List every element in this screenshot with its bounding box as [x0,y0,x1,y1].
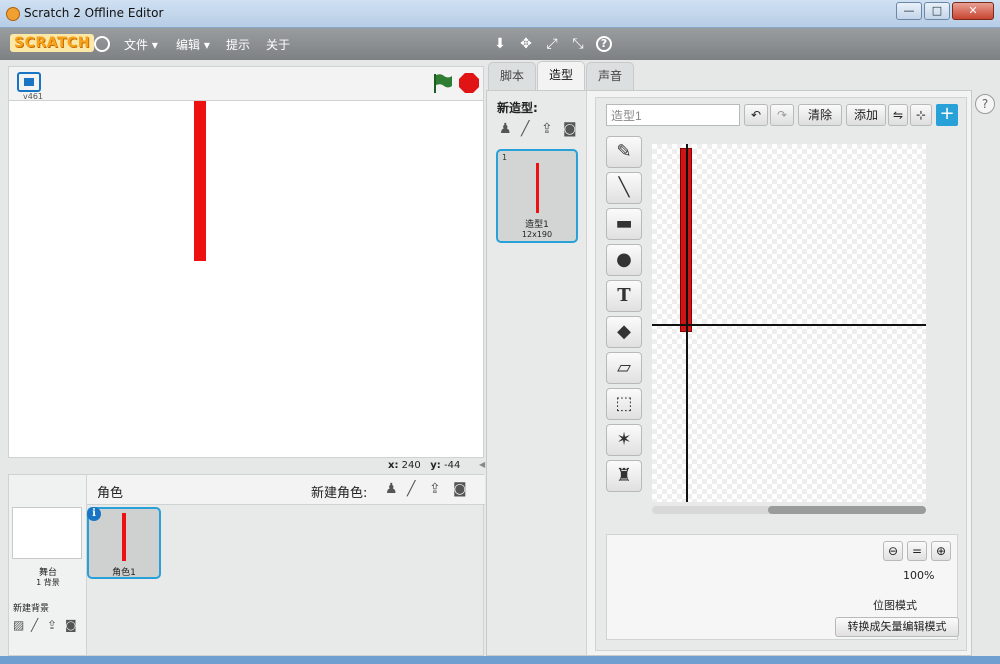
costume-library-icon[interactable]: ♟ [499,122,513,136]
drawing-canvas[interactable] [652,144,926,502]
info-icon[interactable]: i [87,507,101,521]
sprite-panel: 角色 新建角色: ♟ ╱ ⇪ ◙ 舞台 1 背景 新建背景 ▨ ╱ ⇪ ◙ i … [8,474,485,656]
costume-name-input[interactable] [606,104,740,126]
paint-costume-icon[interactable]: ╱ [521,122,535,136]
language-globe-icon[interactable] [94,36,110,52]
menu-edit[interactable]: 编辑 ▾ [176,36,210,53]
ellipse-tool-icon[interactable]: ● [606,244,642,276]
stamp-tool-icon[interactable]: ⬇ [492,36,508,52]
redo-button[interactable]: ↷ [770,104,794,126]
window-title: Scratch 2 Offline Editor [24,6,164,20]
costume-thumbnail[interactable]: 1 造型1 12x190 [496,149,578,243]
fullscreen-icon[interactable] [17,72,41,92]
zoom-in-icon[interactable]: ⊕ [931,541,951,561]
sprite-preview [122,513,126,561]
new-sprite-label: 新建角色: [311,486,368,501]
upload-costume-icon[interactable]: ⇪ [541,122,555,136]
bitmap-mode-label: 位图模式 [873,599,917,612]
select-tool-icon[interactable]: ⬚ [606,388,642,420]
y-value: -44 [444,460,461,471]
close-button[interactable]: ✕ [952,2,994,20]
backdrop-count: 1 背景 [36,578,60,587]
backdrop-library-icon[interactable]: ▨ [13,619,27,631]
line-tool-icon[interactable]: ╲ [606,172,642,204]
app-window: Scratch 2 Offline Editor — □ ✕ SCRATCH 文… [0,0,1000,664]
tab-costumes[interactable]: 造型 [537,61,585,91]
collapse-arrow-icon[interactable]: ◀ [479,460,485,472]
green-flag-icon[interactable] [431,72,453,94]
x-label: x: [388,460,399,471]
paint-new-sprite-icon[interactable]: ╱ [407,482,421,496]
camera-costume-icon[interactable]: ◙ [563,122,577,136]
stage-header: v461 [8,66,484,101]
x-value: 240 [401,460,421,471]
center-crosshair-horizontal [652,324,926,326]
costume-size: 12x190 [521,230,553,239]
costume-index: 1 [502,153,508,162]
stage-thumbnail-column: 舞台 1 背景 新建背景 ▨ ╱ ⇪ ◙ [9,475,87,655]
fill-tool-icon[interactable]: ◆ [606,316,642,348]
y-label: y: [430,460,441,471]
mouse-coordinates: x: 240 y: -44 [388,460,460,471]
camera-sprite-icon[interactable]: ◙ [453,482,467,496]
upload-sprite-icon[interactable]: ⇪ [429,482,443,496]
convert-to-vector-button[interactable]: 转换成矢量编辑模式 [835,617,959,637]
help-icon[interactable]: ? [975,94,995,114]
sprite-on-stage[interactable] [194,101,206,261]
window-bottom-edge [0,656,1000,664]
add-costume-plus-icon[interactable]: + [936,104,958,126]
undo-button[interactable]: ↶ [744,104,768,126]
menu-tips[interactable]: 提示 [226,36,250,53]
clear-button[interactable]: 清除 [798,104,842,126]
shrink-tool-icon[interactable]: ⤡ [570,36,586,52]
title-bar: Scratch 2 Offline Editor — □ ✕ [0,0,1000,28]
minimize-button[interactable]: — [896,2,922,20]
side-strip [972,62,1000,656]
sprite-name: 角色1 [112,568,136,578]
menu-file[interactable]: 文件 ▾ [124,36,158,53]
scratch-logo[interactable]: SCRATCH [10,34,94,52]
canvas-horizontal-scrollbar[interactable] [652,506,926,514]
eraser-tool-icon[interactable]: ▱ [606,352,642,384]
menu-bar: SCRATCH 文件 ▾ 编辑 ▾ 提示 关于 ⬇ ✥ ⤢ ⤡ ? [0,28,1000,60]
grow-tool-icon[interactable]: ⤢ [544,36,560,52]
new-costume-label: 新造型: [497,101,538,115]
add-button[interactable]: 添加 [846,104,886,126]
text-tool-icon[interactable]: T [606,280,642,312]
zoom-out-icon[interactable]: ⊖ [883,541,903,561]
cut-tool-icon[interactable]: ✥ [518,36,534,52]
zoom-area: ⊖ = ⊕ 100% 位图模式 转换成矢量编辑模式 [606,534,959,640]
scratch-cat-icon [6,7,20,21]
costume-pane: 新造型: ♟ ╱ ⇪ ◙ 1 造型1 12x190 ↶ ↷ 清除 添加 ⇋ ⊹ … [486,90,972,656]
sprites-title: 角色 [97,486,124,501]
new-backdrop-label: 新建背景 [13,604,50,614]
tab-sounds[interactable]: 声音 [586,62,634,90]
stage-canvas[interactable] [8,100,484,458]
rectangle-tool-icon[interactable]: ▬ [606,208,642,240]
costume-list: 新造型: ♟ ╱ ⇪ ◙ 1 造型1 12x190 [487,91,587,655]
brush-tool-icon[interactable]: ✎ [606,136,642,168]
costume-name-label: 造型1 [525,220,549,230]
camera-backdrop-icon[interactable]: ◙ [65,619,79,631]
sprite-library-icon[interactable]: ♟ [385,482,399,496]
zoom-level: 100% [903,569,935,582]
upload-backdrop-icon[interactable]: ⇪ [47,619,61,631]
stamp-tool-icon[interactable]: ♜ [606,460,642,492]
scrollbar-thumb[interactable] [768,506,926,514]
menu-about[interactable]: 关于 [266,36,290,53]
costume-preview [536,163,539,213]
center-crosshair-vertical [686,144,688,502]
stage-thumbnail[interactable] [12,507,82,559]
stop-sign-icon[interactable] [459,73,479,93]
paint-backdrop-icon[interactable]: ╱ [31,619,45,631]
tab-scripts[interactable]: 脚本 [488,62,536,90]
zoom-reset-icon[interactable]: = [907,541,927,561]
magic-wand-tool-icon[interactable]: ✶ [606,424,642,456]
maximize-button[interactable]: □ [924,2,950,20]
help-tool-icon[interactable]: ? [596,36,612,52]
paint-editor: ↶ ↷ 清除 添加 ⇋ ⊹ + ✎ ╲ ▬ ● T ◆ ▱ ⬚ ✶ ♜ [595,97,967,651]
set-center-icon[interactable]: ⊹ [910,104,932,126]
sprite-thumbnail[interactable]: i 角色1 [87,507,161,579]
flip-horizontal-icon[interactable]: ⇋ [888,104,908,126]
